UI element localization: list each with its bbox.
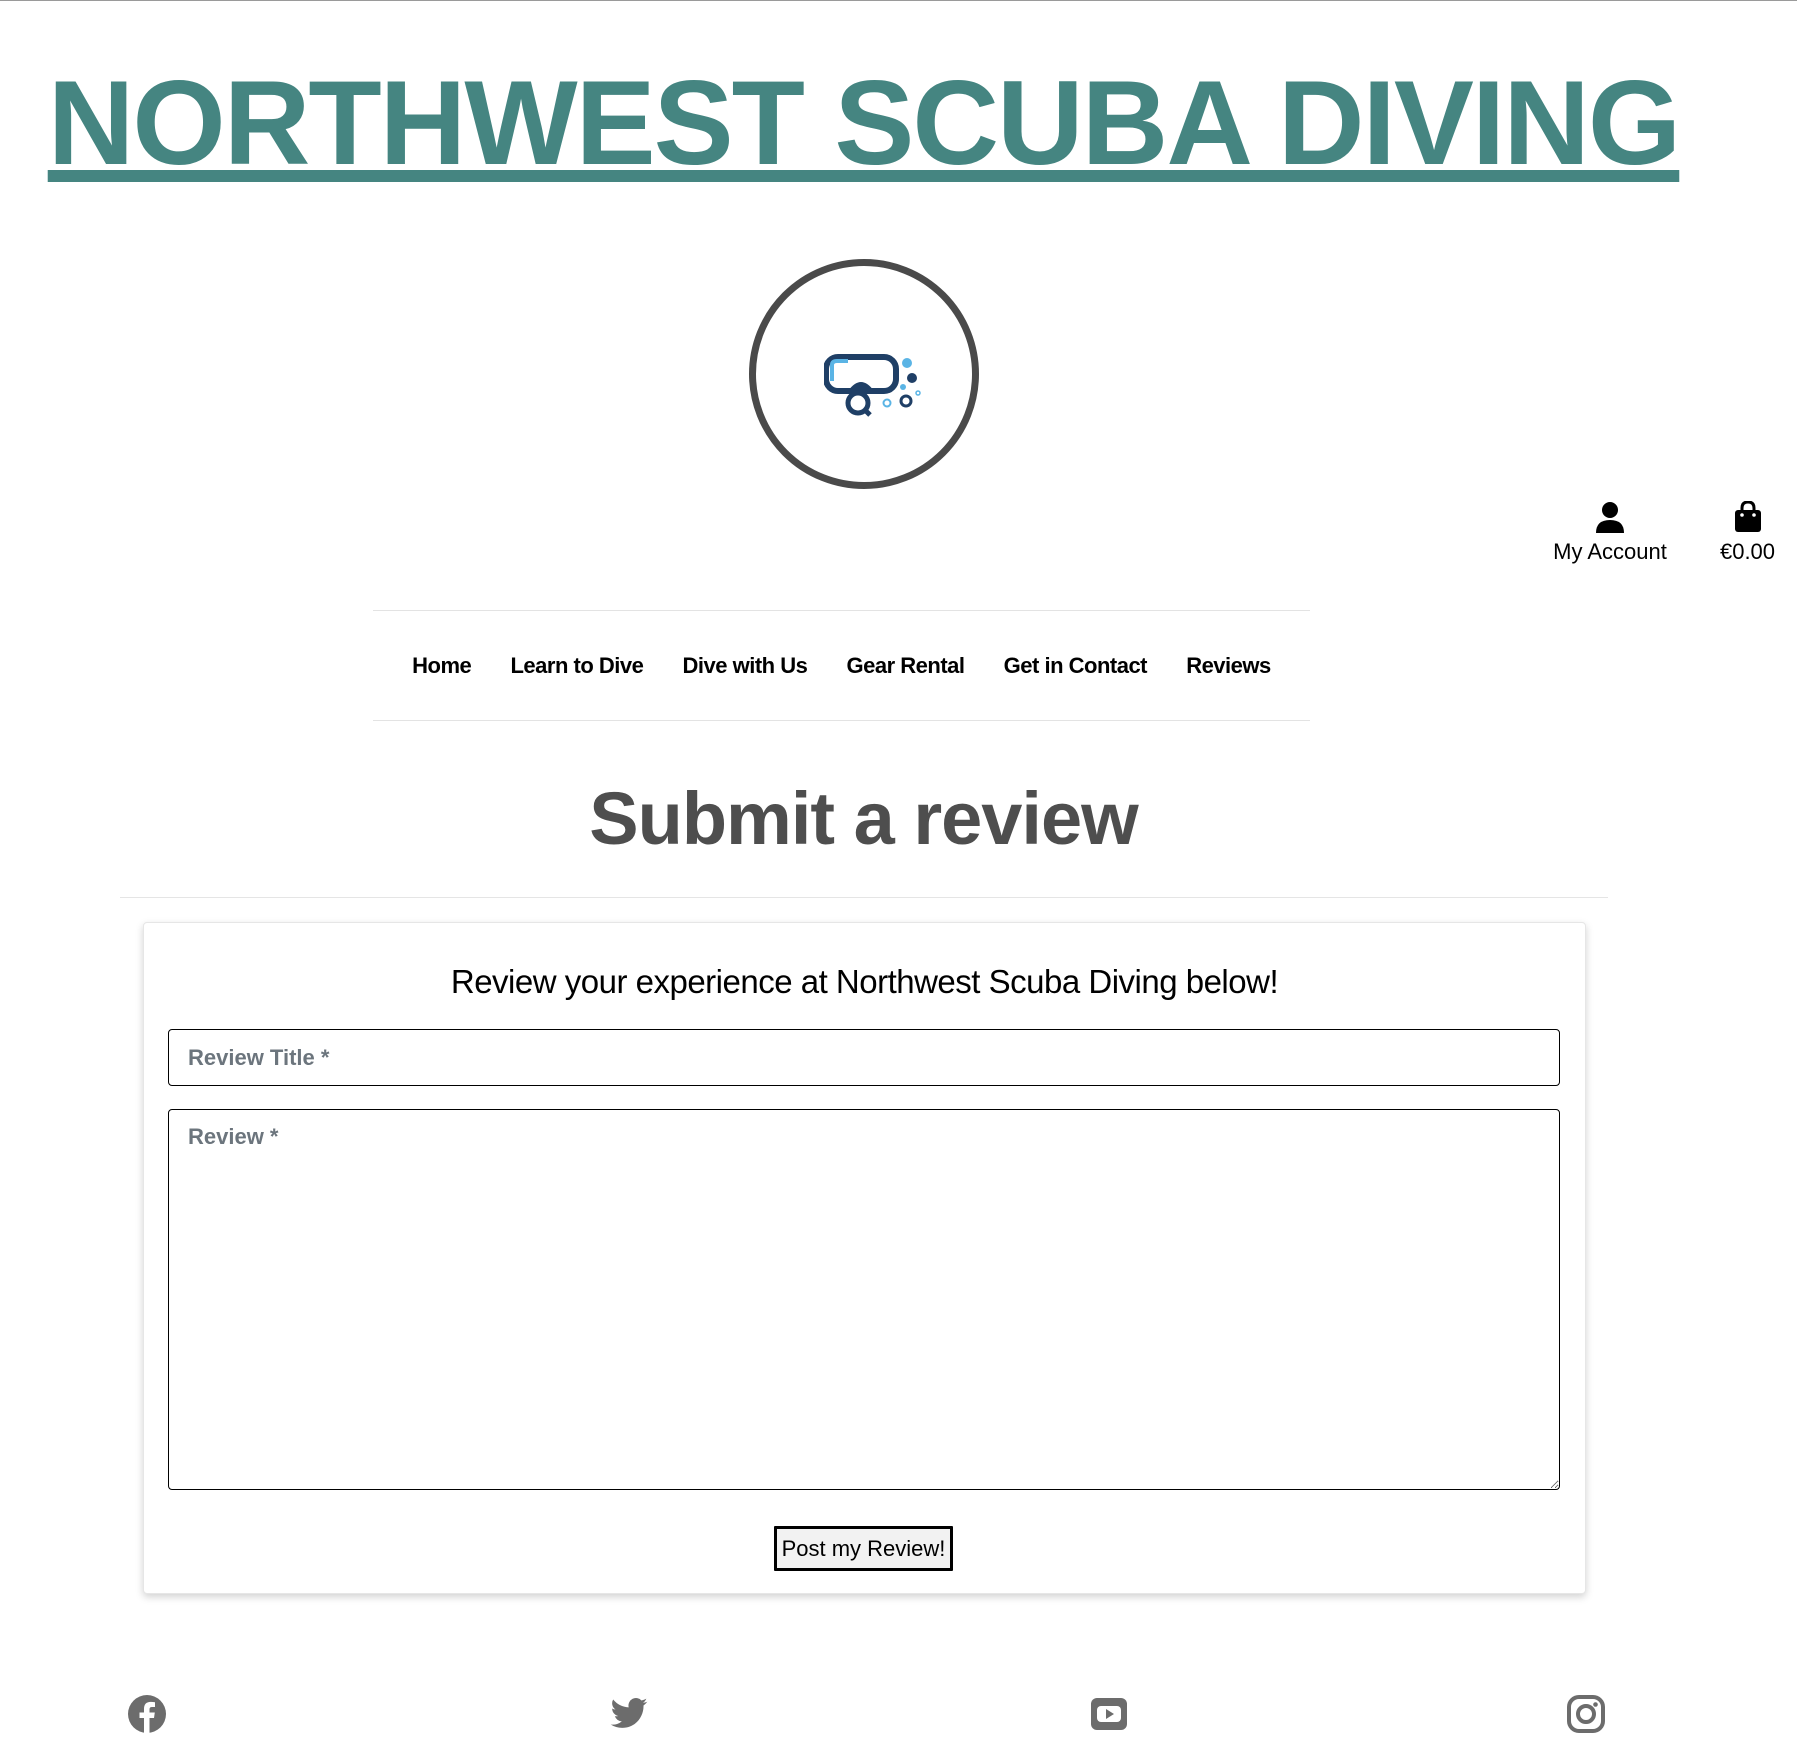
nav-item-dive-with-us[interactable]: Dive with Us xyxy=(683,653,808,679)
review-text-area[interactable] xyxy=(168,1109,1560,1490)
nav-item-reviews[interactable]: Reviews xyxy=(1186,653,1271,679)
title-divider xyxy=(120,897,1608,898)
youtube-icon xyxy=(1091,1698,1127,1730)
diving-mask-logo-icon xyxy=(824,354,921,417)
shopping-bag-icon xyxy=(1734,501,1761,532)
facebook-link[interactable] xyxy=(127,1694,167,1734)
review-title-input[interactable] xyxy=(168,1029,1560,1086)
twitter-link[interactable] xyxy=(609,1694,649,1734)
review-form-card: Review your experience at Northwest Scub… xyxy=(143,922,1586,1594)
main-nav: Home Learn to Dive Dive with Us Gear Ren… xyxy=(373,610,1310,721)
instagram-icon xyxy=(1567,1695,1605,1733)
site-logo[interactable] xyxy=(749,259,979,489)
facebook-icon xyxy=(128,1695,166,1733)
twitter-icon xyxy=(610,1698,648,1728)
review-form-heading: Review your experience at Northwest Scub… xyxy=(450,963,1279,1000)
social-links xyxy=(0,1694,1797,1734)
post-review-button[interactable]: Post my Review! xyxy=(774,1526,953,1571)
site-brand-title[interactable]: NORTHWEST SCUBA DIVING xyxy=(0,63,1727,183)
user-icon xyxy=(1596,502,1624,533)
my-account-label: My Account xyxy=(1553,539,1667,564)
nav-item-gear-rental[interactable]: Gear Rental xyxy=(847,653,966,679)
my-account-link[interactable]: My Account xyxy=(1550,501,1670,565)
bag-total: €0.00 xyxy=(1719,539,1776,564)
nav-item-learn-to-dive[interactable]: Learn to Dive xyxy=(510,653,643,679)
page-title: Submit a review xyxy=(589,777,1138,860)
shopping-bag-link[interactable]: €0.00 xyxy=(1705,501,1790,565)
nav-item-get-in-contact[interactable]: Get in Contact xyxy=(1004,653,1148,679)
nav-item-home[interactable]: Home xyxy=(412,653,472,679)
youtube-link[interactable] xyxy=(1089,1694,1129,1734)
instagram-link[interactable] xyxy=(1566,1694,1606,1734)
